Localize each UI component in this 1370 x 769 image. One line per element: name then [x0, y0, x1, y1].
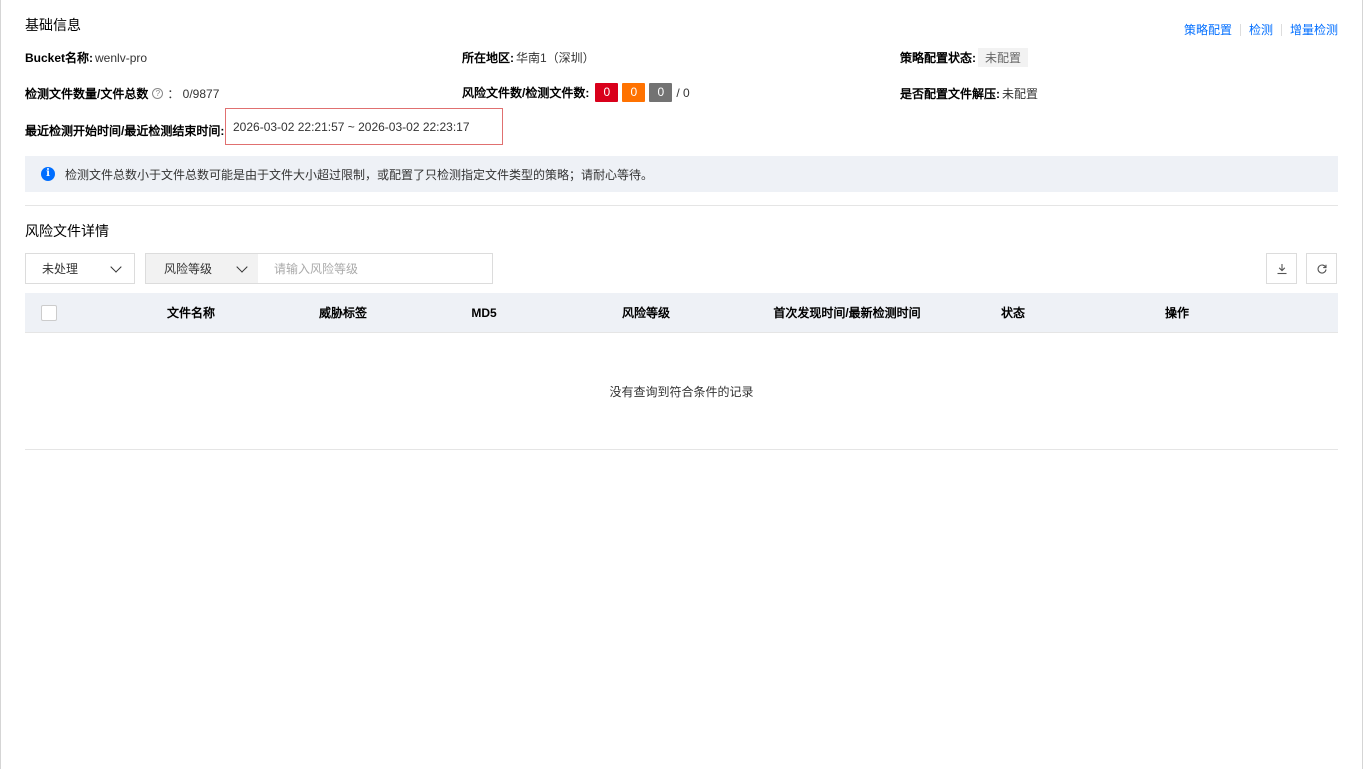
column-status[interactable]: 状态 — [1001, 293, 1025, 333]
incremental-detect-link[interactable]: 增量检测 — [1290, 21, 1338, 38]
decompress-value: 未配置 — [1002, 87, 1039, 101]
info-notice: i 检测文件总数小于文件总数可能是由于文件大小超过限制，或配置了只检测指定文件类… — [25, 156, 1338, 192]
column-risk-level[interactable]: 风险等级 — [622, 293, 670, 333]
risk-files-row: 风险文件数/检测文件数: 0 0 0 / 0 — [462, 83, 690, 102]
refresh-icon — [1317, 263, 1327, 273]
time-label: 最近检测开始时间/最近检测结束时间: — [25, 124, 225, 138]
bucket-name-value: wenlv-pro — [95, 50, 148, 65]
bucket-name-row: Bucket名称: wenlv-pro — [25, 49, 147, 66]
basic-info-title: 基础信息 — [25, 17, 81, 33]
time-row: 最近检测开始时间/最近检测结束时间: — [25, 122, 224, 139]
bucket-name-label: Bucket名称: — [25, 51, 94, 65]
info-icon: i — [41, 167, 55, 181]
risk-total-value: / 0 — [676, 85, 690, 100]
policy-config-link[interactable]: 策略配置 — [1184, 21, 1232, 38]
risk-high-badge[interactable]: 0 — [595, 83, 619, 102]
risk-level-input[interactable] — [258, 255, 492, 282]
download-icon — [1277, 263, 1286, 274]
risk-files-title: 风险文件详情 — [25, 223, 109, 239]
left-border — [0, 0, 1, 769]
empty-state: 没有查询到符合条件的记录 — [25, 333, 1338, 450]
section-divider — [25, 205, 1338, 206]
table-header: 文件名称 威胁标签 MD5 风险等级 首次发现时间/最新检测时间 状态 操作 — [25, 293, 1338, 333]
decompress-label: 是否配置文件解压: — [900, 87, 1000, 101]
column-actions: 操作 — [1164, 306, 1190, 320]
chevron-down-icon — [110, 260, 122, 273]
chevron-down-icon — [236, 260, 248, 273]
detect-time-value: 2026-03-02 22:21:57 ~ 2026-03-02 22:23:1… — [225, 108, 503, 145]
refresh-button[interactable] — [1306, 253, 1337, 284]
risk-mid-badge[interactable]: 0 — [622, 83, 646, 102]
status-filter-value: 未处理 — [42, 262, 79, 276]
file-count-value: ： 0/9877 — [167, 87, 220, 101]
status-filter-select[interactable]: 未处理 — [25, 253, 135, 284]
region-label: 所在地区: — [462, 51, 514, 65]
column-threat-tag[interactable]: 威胁标签 — [319, 293, 367, 333]
select-all-checkbox[interactable] — [41, 305, 57, 321]
risk-level-select-label: 风险等级 — [164, 262, 213, 276]
status-badge: 未配置 — [978, 48, 1029, 67]
detect-link[interactable]: 检测 — [1249, 21, 1273, 38]
notice-text: 检测文件总数小于文件总数可能是由于文件大小超过限制，或配置了只检测指定文件类型的… — [65, 167, 654, 182]
region-row: 所在地区: 华南1（深圳） — [462, 49, 595, 66]
column-file-name[interactable]: 文件名称 — [167, 293, 215, 333]
file-count-row: 检测文件数量/文件总数 ? ： 0/9877 — [25, 85, 219, 102]
download-button[interactable] — [1266, 253, 1297, 284]
help-icon[interactable]: ? — [152, 88, 164, 99]
file-count-label: 检测文件数量/文件总数 — [25, 87, 149, 101]
risk-low-badge[interactable]: 0 — [649, 83, 673, 102]
region-value: 华南1（深圳） — [516, 51, 595, 65]
column-detect-time[interactable]: 首次发现时间/最新检测时间 — [773, 293, 920, 333]
policy-status-row: 策略配置状态: 未配置 — [900, 48, 1029, 67]
decompress-row: 是否配置文件解压: 未配置 — [900, 85, 1038, 102]
risk-files-label: 风险文件数/检测文件数: — [462, 86, 590, 100]
divider — [1280, 23, 1282, 36]
risk-level-filter: 风险等级 — [145, 253, 493, 284]
top-actions: 策略配置 检测 增量检测 — [1184, 21, 1338, 38]
divider — [1239, 23, 1241, 36]
risk-level-select[interactable]: 风险等级 — [146, 254, 258, 283]
right-border — [1362, 0, 1363, 769]
policy-status-label: 策略配置状态: — [900, 51, 976, 65]
column-md5[interactable]: MD5 — [471, 293, 496, 333]
